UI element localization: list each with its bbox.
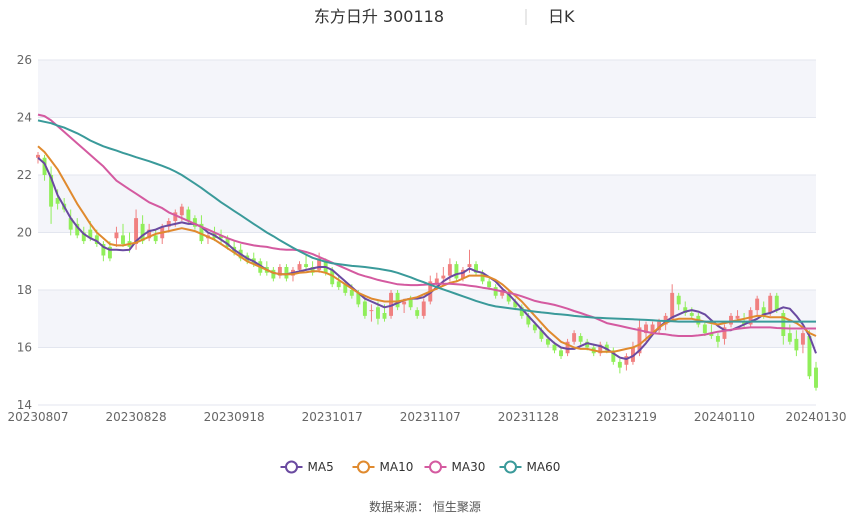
- candle-body: [454, 264, 459, 279]
- candle-body: [552, 344, 557, 351]
- candle-body: [755, 298, 760, 311]
- candle: [559, 347, 563, 359]
- candle-body: [702, 324, 707, 334]
- x-tick-label: 20230828: [106, 410, 167, 424]
- candle-body: [774, 295, 779, 311]
- candle-body: [715, 336, 720, 342]
- candle-body: [768, 295, 773, 313]
- legend-item-ma60[interactable]: MA60: [499, 460, 561, 474]
- candle-body: [689, 313, 694, 316]
- candle-body: [297, 264, 302, 270]
- candle: [454, 261, 459, 282]
- x-tick-label: 20231219: [596, 410, 657, 424]
- candle-body: [369, 310, 374, 312]
- candle: [611, 347, 616, 365]
- candle: [617, 359, 622, 374]
- y-tick-label: 22: [17, 168, 32, 182]
- legend: MA5 MA10 MA30 MA60: [280, 460, 561, 474]
- candle: [101, 241, 106, 262]
- candle-body: [186, 209, 191, 221]
- candle-body: [578, 336, 583, 342]
- x-axis-ticks: 20230807 20230828 20230918 20231017 20231107…: [7, 410, 846, 424]
- candle: [800, 330, 805, 354]
- candle: [304, 255, 309, 270]
- x-tick-label: 20231128: [498, 410, 559, 424]
- candle-body: [362, 301, 367, 316]
- y-tick-label: 20: [17, 226, 32, 240]
- candle-body: [304, 264, 309, 267]
- chart-period-label: 日K: [548, 7, 575, 26]
- legend-item-ma5[interactable]: MA5: [280, 460, 334, 474]
- candle: [277, 264, 282, 279]
- x-tick-label: 20230918: [204, 410, 265, 424]
- legend-marker-icon: [357, 460, 370, 474]
- legend-marker-icon: [429, 460, 442, 474]
- y-tick-label: 26: [17, 53, 32, 67]
- candle: [395, 290, 400, 311]
- candle-body: [493, 287, 498, 296]
- y-tick-label: 24: [17, 111, 32, 125]
- grid-band: [38, 60, 816, 118]
- x-tick-label: 20240110: [694, 410, 755, 424]
- candle-body: [121, 235, 125, 244]
- candle-body: [415, 310, 420, 316]
- candle: [814, 361, 818, 391]
- x-tick-label: 20231107: [400, 410, 461, 424]
- candle-body: [402, 301, 407, 305]
- candle: [474, 261, 478, 276]
- candle-body: [349, 290, 354, 296]
- chart-title: 东方日升 300118: [314, 7, 444, 26]
- x-tick-label: 20231017: [302, 410, 363, 424]
- candle-body: [382, 313, 387, 319]
- candle-body: [395, 292, 400, 308]
- x-tick-label: 20230807: [7, 410, 68, 424]
- candle-body: [617, 361, 622, 368]
- y-tick-label: 16: [17, 341, 32, 355]
- legend-label: MA60: [527, 460, 561, 474]
- legend-item-ma30[interactable]: MA30: [424, 460, 486, 474]
- candle-body: [735, 315, 740, 319]
- candle-body: [284, 267, 289, 279]
- candle-body: [572, 333, 577, 342]
- candle-body: [670, 292, 675, 319]
- candle-body: [336, 281, 341, 288]
- candle: [284, 264, 289, 282]
- candle-body: [729, 315, 733, 325]
- legend-label: MA30: [452, 460, 486, 474]
- y-tick-label: 18: [17, 283, 32, 297]
- candle-body: [447, 264, 452, 276]
- candle-body: [36, 154, 40, 158]
- y-axis-ticks: 14161820222426: [17, 53, 32, 412]
- candle-body: [794, 338, 799, 351]
- legend-label: MA10: [380, 460, 414, 474]
- candle-body: [153, 235, 158, 242]
- candle-body: [800, 333, 805, 345]
- candle-body: [114, 232, 119, 239]
- candle-body: [441, 275, 446, 279]
- candle-body: [559, 350, 563, 357]
- x-tick-label: 20240130: [785, 410, 846, 424]
- candle-body: [179, 206, 184, 216]
- candle: [271, 267, 276, 282]
- candle-body: [467, 264, 472, 267]
- data-source: 数据来源： 恒生聚源: [369, 499, 481, 514]
- legend-item-ma10[interactable]: MA10: [352, 460, 414, 474]
- candle-body: [421, 301, 426, 316]
- kline-chart: 14161820222426 20230807 20230828 20230918 2…: [7, 7, 846, 514]
- candle: [421, 298, 426, 319]
- candle: [624, 353, 629, 371]
- candle-body: [676, 295, 681, 305]
- candle-body: [814, 367, 818, 388]
- candle-body: [487, 281, 492, 288]
- legend-marker-icon: [285, 460, 298, 474]
- candle-body: [376, 307, 380, 319]
- candle-body: [787, 333, 792, 342]
- legend-marker-icon: [504, 460, 517, 474]
- legend-label: MA5: [308, 460, 334, 474]
